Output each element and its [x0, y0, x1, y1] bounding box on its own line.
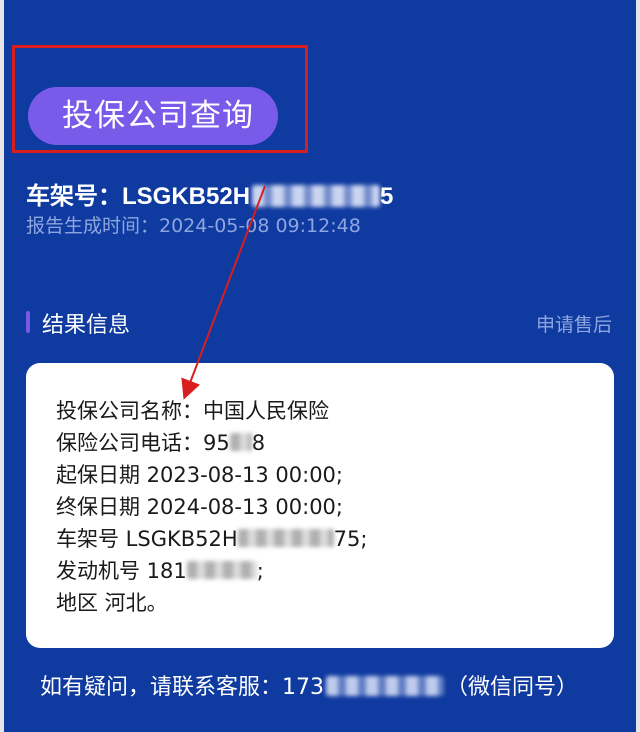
- contact-suffix: （微信同号）: [446, 675, 579, 700]
- vin-detail-prefix: 车架号 LSGKB52H: [56, 527, 238, 551]
- redacted-phone: [229, 433, 252, 451]
- insurance-phone-prefix: 保险公司电话：95: [56, 431, 230, 455]
- redacted-engine-number: [186, 561, 257, 579]
- vin-suffix: 5: [380, 183, 394, 210]
- insurance-company-name: 投保公司名称：中国人民保险: [56, 399, 329, 423]
- vin-detail-line: 车架号 LSGKB52H 75;: [56, 523, 614, 555]
- insurance-phone-suffix: 8: [251, 431, 266, 455]
- mobile-page: 投保公司查询 车架号：LSGKB52H 5 报告生成时间：2024-05-08 0…: [0, 0, 640, 732]
- report-generation-time: 报告生成时间：2024-05-08 09:12:48: [26, 215, 361, 237]
- left-border: [0, 0, 4, 732]
- result-card: 投保公司名称：中国人民保险 保险公司电话：95 8 起保日期 2023-08-13…: [26, 363, 614, 648]
- engine-number-suffix: ;: [256, 559, 264, 583]
- policy-start-date: 起保日期 2023-08-13 00:00;: [56, 463, 343, 487]
- vehicle-vin-line: 车架号：LSGKB52H 5: [26, 176, 393, 211]
- result-section-title: 结果信息: [42, 313, 131, 338]
- region-line: 地区 河北。: [56, 591, 168, 615]
- insurance-phone-line: 保险公司电话：95 8: [56, 427, 614, 459]
- vin-prefix: 车架号：LSGKB52H: [26, 183, 251, 210]
- engine-number-prefix: 发动机号 181: [56, 559, 187, 583]
- section-marker: [26, 311, 30, 333]
- apply-after-sales-link[interactable]: 申请售后: [536, 310, 612, 337]
- annotation-highlight-box: [12, 45, 308, 153]
- redacted-vin: [252, 184, 381, 207]
- redacted-vin-detail: [237, 529, 334, 547]
- engine-number-line: 发动机号 181;: [56, 555, 614, 587]
- policy-end-date: 终保日期 2024-08-13 00:00;: [56, 495, 343, 519]
- customer-service-contact: 如有疑问，请联系客服：173 （微信同号）: [40, 669, 578, 701]
- right-border: [636, 0, 640, 732]
- contact-prefix: 如有疑问，请联系客服：173: [40, 675, 324, 700]
- redacted-contact-number: [326, 676, 444, 696]
- vin-detail-suffix: 75;: [333, 527, 368, 551]
